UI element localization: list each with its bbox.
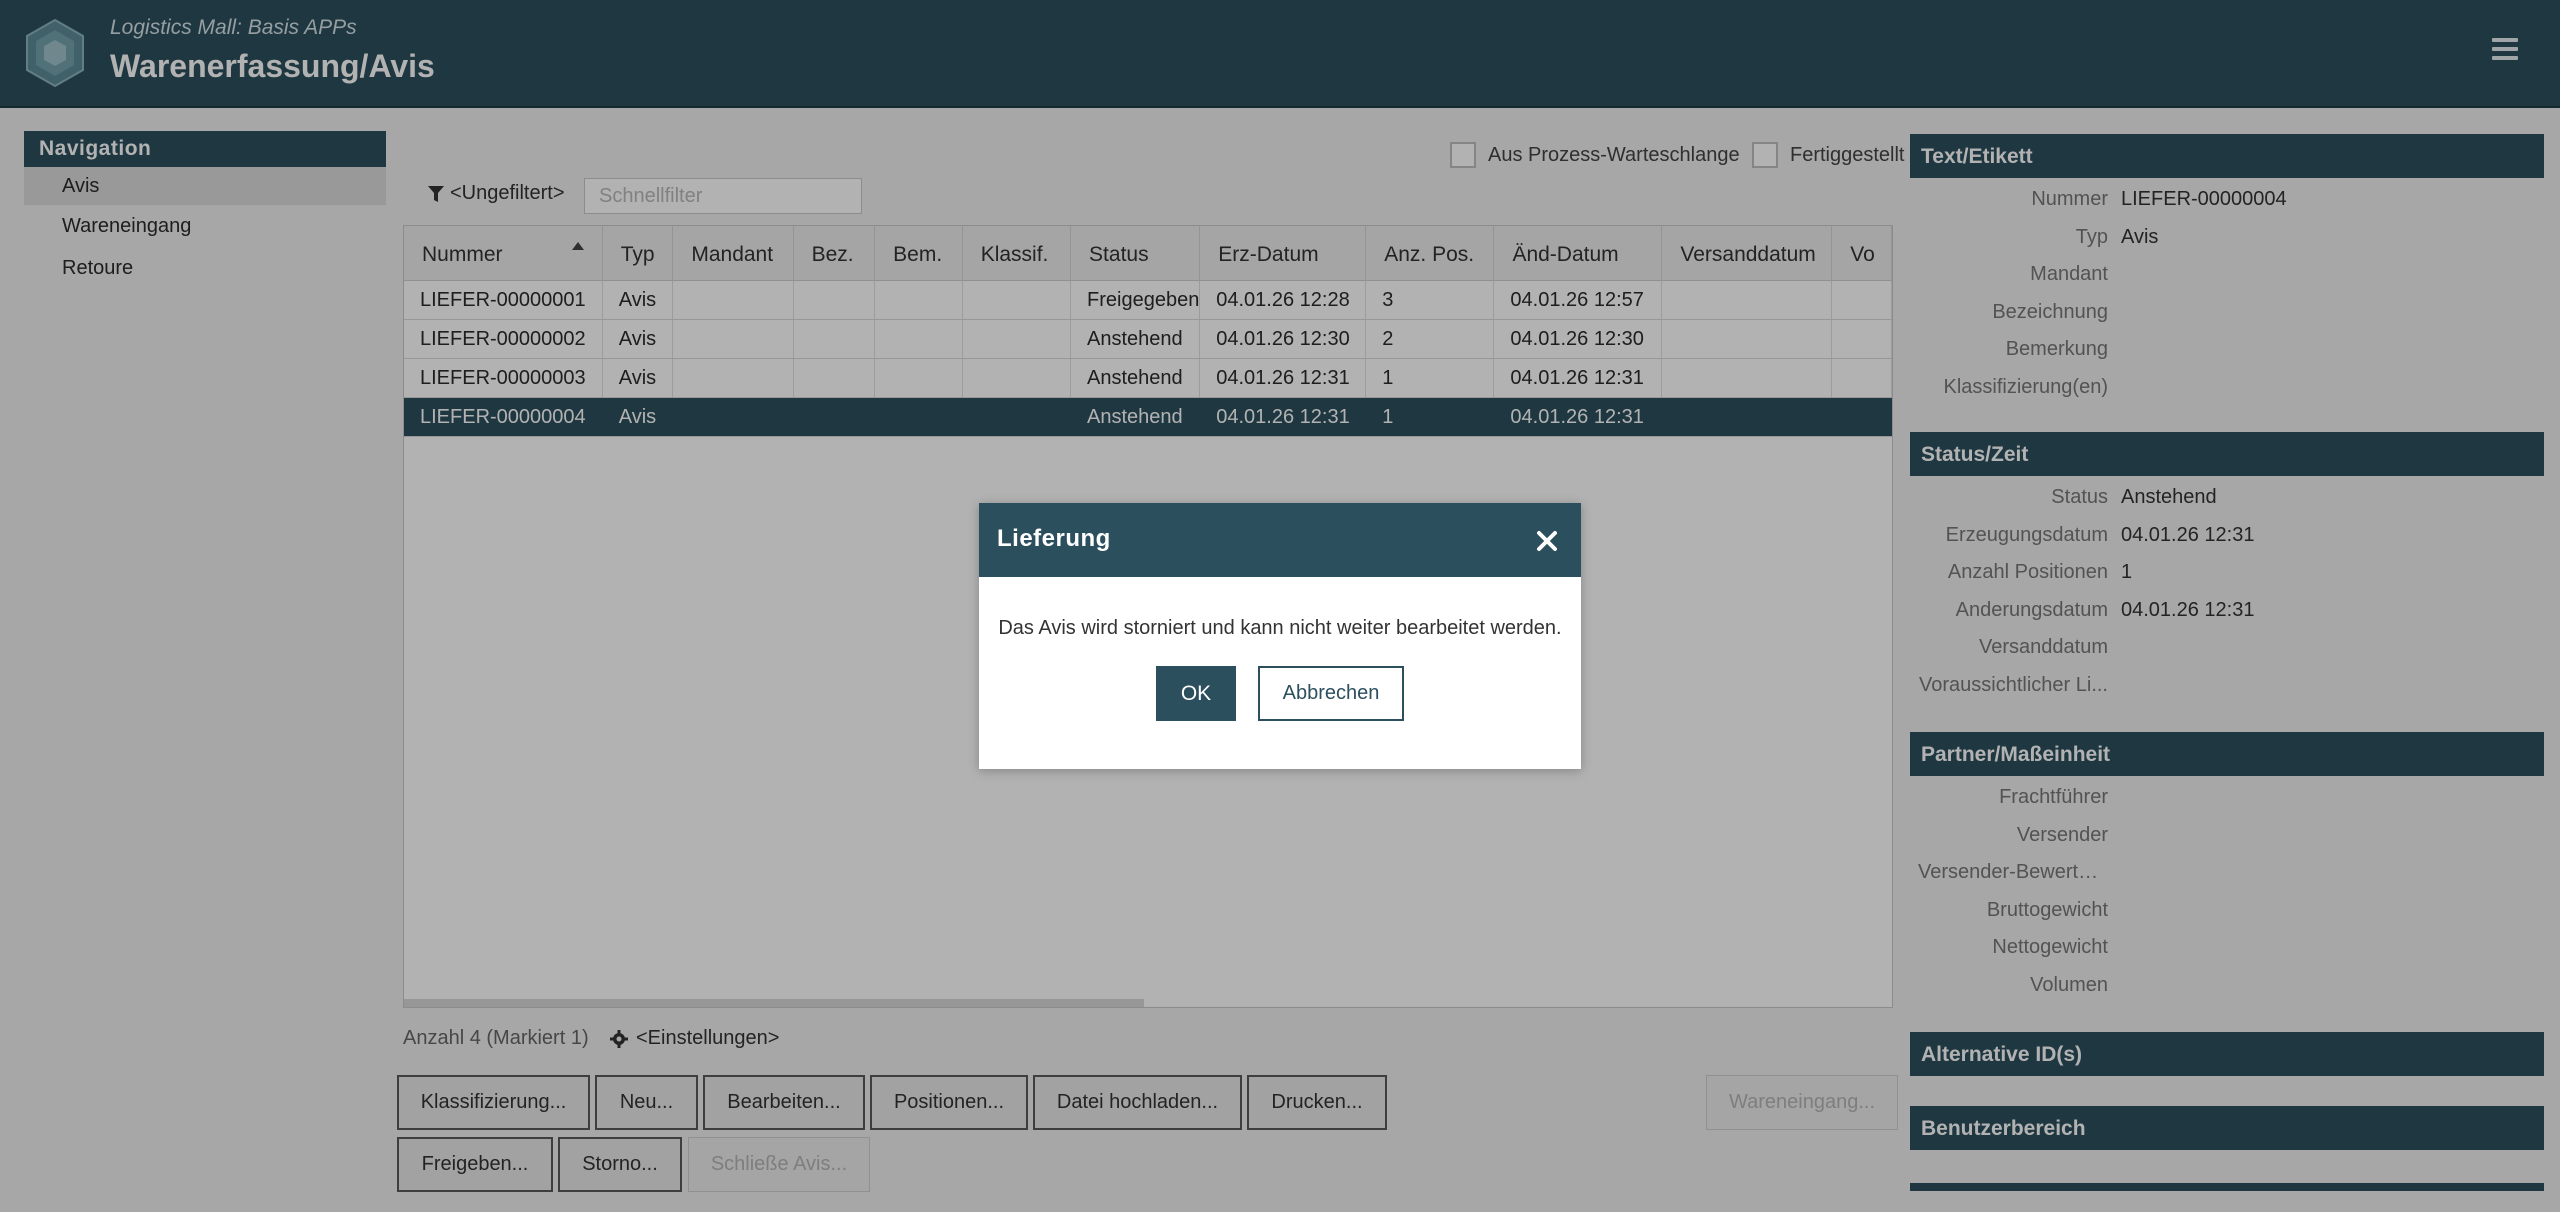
dialog-message: Das Avis wird storniert und kann nicht w…	[998, 617, 1562, 639]
abbrechen-button[interactable]: Abbrechen	[1258, 666, 1404, 721]
dialog-title: Lieferung	[997, 525, 1111, 552]
dialog-header: Lieferung	[979, 503, 1581, 577]
confirm-dialog: Lieferung Das Avis wird storniert und ka…	[979, 503, 1581, 769]
ok-button[interactable]: OK	[1156, 666, 1236, 721]
close-icon[interactable]	[1535, 529, 1559, 553]
